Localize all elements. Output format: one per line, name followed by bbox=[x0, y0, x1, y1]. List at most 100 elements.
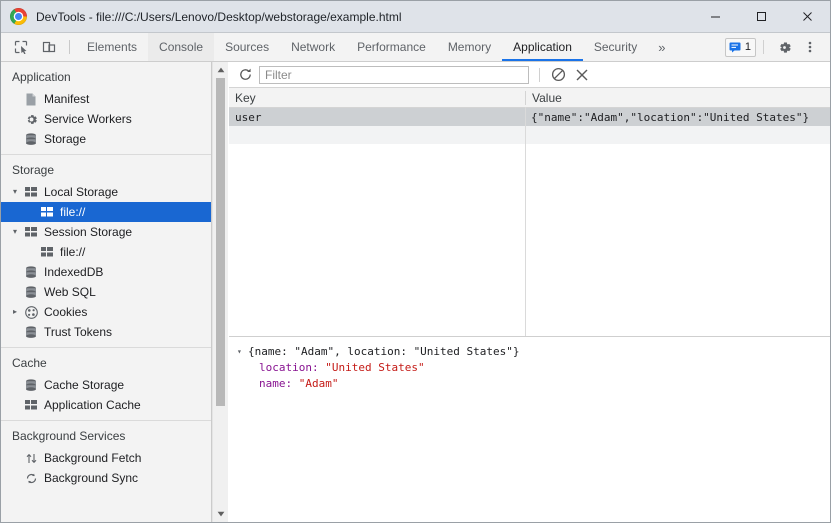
gear-icon[interactable] bbox=[771, 36, 797, 58]
filter-input[interactable] bbox=[259, 66, 529, 84]
chevron-right-icon[interactable]: ▸ bbox=[13, 302, 17, 322]
sidebar-item-label: Local Storage bbox=[44, 185, 118, 199]
clear-all-icon[interactable] bbox=[546, 63, 570, 87]
sidebar-item-label: IndexedDB bbox=[44, 265, 103, 279]
sidebar-section-storage: Storage ▾ Local Storage file:// ▾ S bbox=[1, 155, 211, 348]
chevron-down-icon[interactable]: ▾ bbox=[13, 182, 17, 202]
close-button[interactable] bbox=[784, 1, 830, 32]
sidebar-item-storage[interactable]: Storage bbox=[1, 129, 211, 149]
tab-network[interactable]: Network bbox=[280, 33, 346, 61]
tab-performance[interactable]: Performance bbox=[346, 33, 437, 61]
minimize-button[interactable] bbox=[692, 1, 738, 32]
sidebar-section-header: Application bbox=[1, 62, 211, 89]
tab-memory[interactable]: Memory bbox=[437, 33, 502, 61]
chrome-logo-icon bbox=[10, 8, 27, 25]
sidebar-item-session-storage-file[interactable]: file:// bbox=[1, 242, 211, 262]
column-header-key[interactable]: Key bbox=[229, 91, 525, 105]
fetch-arrows-icon bbox=[24, 451, 38, 465]
console-message-badge[interactable]: 1 bbox=[725, 38, 756, 57]
preview-root-text: {name: "Adam", location: "United States"… bbox=[248, 344, 520, 360]
preview-property-name: location: bbox=[259, 360, 319, 376]
sidebar-item-manifest[interactable]: Manifest bbox=[1, 89, 211, 109]
refresh-icon[interactable] bbox=[233, 63, 257, 87]
table-row[interactable]: user {"name":"Adam","location":"United S… bbox=[229, 108, 830, 126]
database-icon bbox=[24, 285, 38, 299]
tab-elements[interactable]: Elements bbox=[76, 33, 148, 61]
toolbar-divider bbox=[69, 40, 70, 54]
sidebar-item-trust-tokens[interactable]: Trust Tokens bbox=[1, 322, 211, 342]
sidebar-item-label: file:// bbox=[60, 205, 85, 219]
database-icon bbox=[24, 132, 38, 146]
sidebar-item-application-cache[interactable]: Application Cache bbox=[1, 395, 211, 415]
cell-key: user bbox=[229, 111, 525, 124]
sidebar-item-session-storage[interactable]: ▾ Session Storage bbox=[1, 222, 211, 242]
table-icon bbox=[24, 225, 38, 239]
tab-sources[interactable]: Sources bbox=[214, 33, 280, 61]
sidebar-item-local-storage-file[interactable]: file:// bbox=[1, 202, 211, 222]
preview-property-row[interactable]: location: "United States" bbox=[237, 360, 830, 376]
column-resize-handle[interactable] bbox=[525, 107, 526, 336]
tab-console[interactable]: Console bbox=[148, 33, 214, 61]
cookie-icon bbox=[24, 305, 38, 319]
toolbar-divider bbox=[539, 68, 540, 82]
sidebar-item-label: Background Fetch bbox=[44, 451, 141, 465]
window-title: DevTools - file:///C:/Users/Lenovo/Deskt… bbox=[36, 10, 402, 24]
preview-property-value: "United States" bbox=[325, 360, 424, 376]
sidebar-section-cache: Cache Cache Storage Application Cache bbox=[1, 348, 211, 421]
storage-toolbar bbox=[229, 62, 830, 88]
inspect-element-icon[interactable] bbox=[7, 33, 35, 61]
gear-icon bbox=[24, 112, 38, 126]
sidebar-item-label: Background Sync bbox=[44, 471, 138, 485]
title-bar: DevTools - file:///C:/Users/Lenovo/Deskt… bbox=[1, 1, 830, 33]
sidebar-item-label: Service Workers bbox=[44, 112, 132, 126]
sidebar-item-local-storage[interactable]: ▾ Local Storage bbox=[1, 182, 211, 202]
more-tabs-button[interactable]: » bbox=[648, 33, 675, 61]
value-preview-pane: ▾ {name: "Adam", location: "United State… bbox=[229, 337, 830, 392]
actions-divider bbox=[763, 40, 764, 54]
table-icon bbox=[24, 398, 38, 412]
tab-security[interactable]: Security bbox=[583, 33, 648, 61]
tab-bar-actions: 1 bbox=[725, 33, 830, 61]
scroll-down-arrow-icon[interactable] bbox=[213, 506, 228, 522]
storage-data-table[interactable]: Key Value user {"name":"Adam","location"… bbox=[229, 88, 830, 337]
sidebar-item-label: file:// bbox=[60, 245, 85, 259]
sidebar-item-web-sql[interactable]: Web SQL bbox=[1, 282, 211, 302]
preview-property-name: name: bbox=[259, 376, 292, 392]
table-icon bbox=[24, 185, 38, 199]
sidebar-item-cookies[interactable]: ▸ Cookies bbox=[1, 302, 211, 322]
sidebar-item-indexeddb[interactable]: IndexedDB bbox=[1, 262, 211, 282]
sidebar-item-label: Trust Tokens bbox=[44, 325, 112, 339]
application-sidebar[interactable]: Application Manifest Service Workers Sto… bbox=[1, 62, 212, 522]
sidebar-item-background-fetch[interactable]: Background Fetch bbox=[1, 448, 211, 468]
sidebar-section-header: Storage bbox=[1, 155, 211, 182]
console-message-count: 1 bbox=[745, 41, 751, 53]
preview-property-value: "Adam" bbox=[299, 376, 339, 392]
preview-property-row[interactable]: name: "Adam" bbox=[237, 376, 830, 392]
sidebar-item-background-sync[interactable]: Background Sync bbox=[1, 468, 211, 488]
table-row-empty[interactable] bbox=[229, 126, 830, 144]
manifest-document-icon bbox=[24, 92, 38, 106]
sidebar-item-label: Cache Storage bbox=[44, 378, 124, 392]
sidebar-scrollbar[interactable] bbox=[212, 62, 228, 522]
chevron-down-icon[interactable]: ▾ bbox=[13, 222, 17, 242]
device-toolbar-icon[interactable] bbox=[35, 33, 63, 61]
maximize-button[interactable] bbox=[738, 1, 784, 32]
delete-selected-icon[interactable] bbox=[570, 63, 594, 87]
sync-refresh-icon bbox=[24, 471, 38, 485]
sidebar-scroll-thumb[interactable] bbox=[216, 78, 225, 406]
sidebar-item-cache-storage[interactable]: Cache Storage bbox=[1, 375, 211, 395]
sidebar-item-label: Web SQL bbox=[44, 285, 96, 299]
table-header-row: Key Value bbox=[229, 88, 830, 108]
sidebar-item-label: Storage bbox=[44, 132, 86, 146]
kebab-menu-icon[interactable] bbox=[797, 36, 823, 58]
chevron-down-icon[interactable]: ▾ bbox=[237, 344, 248, 360]
table-icon bbox=[40, 245, 54, 259]
sidebar-section-background-services: Background Services Background Fetch Bac… bbox=[1, 421, 211, 488]
sidebar-section-header: Cache bbox=[1, 348, 211, 375]
sidebar-item-service-workers[interactable]: Service Workers bbox=[1, 109, 211, 129]
column-header-value[interactable]: Value bbox=[525, 91, 830, 105]
sidebar-item-label: Cookies bbox=[44, 305, 87, 319]
tab-application[interactable]: Application bbox=[502, 33, 583, 61]
scroll-up-arrow-icon[interactable] bbox=[213, 62, 228, 78]
preview-root-row[interactable]: ▾ {name: "Adam", location: "United State… bbox=[237, 344, 830, 360]
